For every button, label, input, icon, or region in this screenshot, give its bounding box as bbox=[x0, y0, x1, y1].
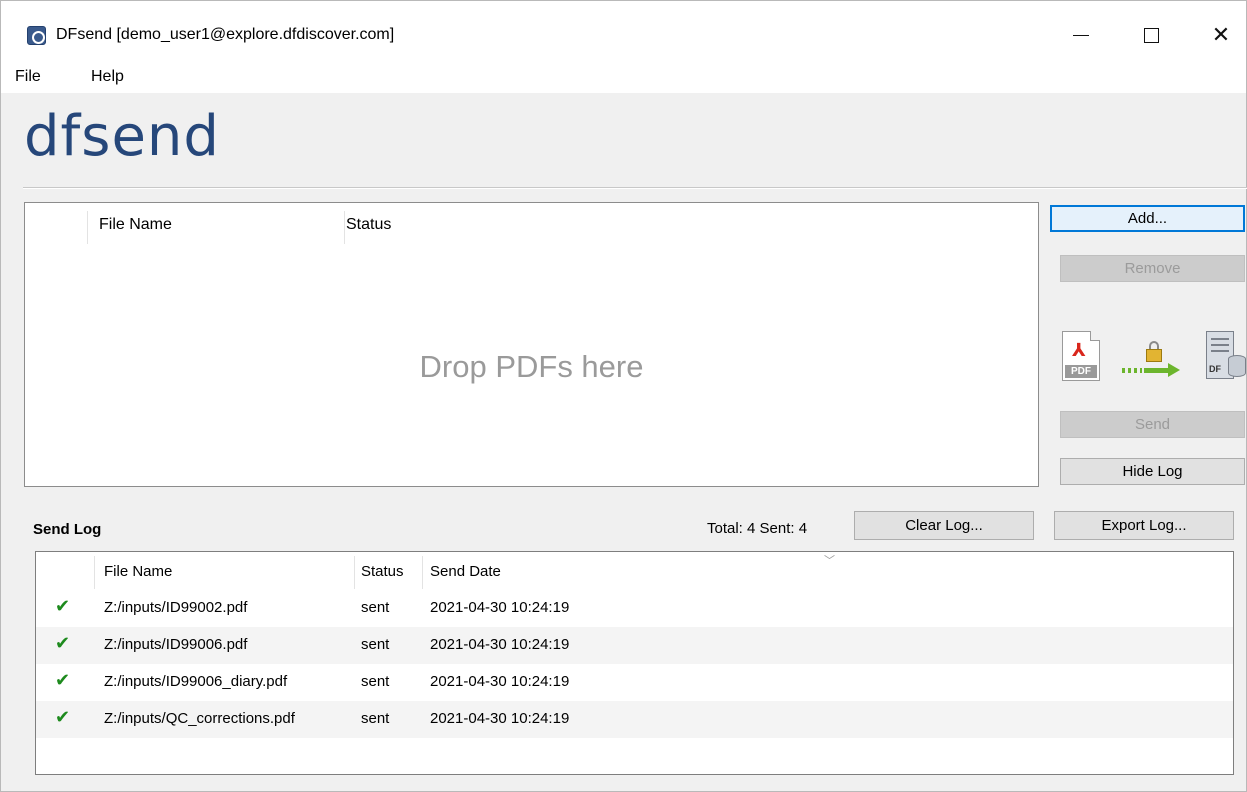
file-table-header: File Name Status bbox=[25, 203, 1038, 247]
arrow-shaft bbox=[1144, 368, 1170, 373]
lock-body bbox=[1146, 349, 1162, 362]
server-line bbox=[1211, 350, 1229, 352]
log-table-header: File Name Status Send Date bbox=[36, 552, 1233, 590]
check-icon: ✔ bbox=[55, 707, 71, 727]
lock-arrow-icon bbox=[1122, 339, 1182, 377]
column-header-status[interactable]: Status bbox=[346, 216, 391, 234]
export-log-button[interactable]: Export Log... bbox=[1054, 511, 1234, 540]
check-icon: ✔ bbox=[55, 596, 71, 616]
column-separator[interactable] bbox=[422, 556, 423, 589]
table-row[interactable]: ✔ Z:/inputs/ID99006_diary.pdf sent 2021-… bbox=[36, 664, 1233, 701]
remove-button[interactable]: Remove bbox=[1060, 255, 1245, 282]
page-fold bbox=[1090, 331, 1100, 341]
drop-hint: Drop PDFs here bbox=[419, 349, 644, 384]
menu-bar: File Help bbox=[1, 59, 1246, 93]
column-separator[interactable] bbox=[87, 211, 88, 244]
send-log-title: Send Log bbox=[33, 521, 102, 538]
database-icon: DF bbox=[1206, 331, 1246, 381]
column-header-file-name[interactable]: File Name bbox=[99, 216, 172, 234]
file-drop-table[interactable]: File Name Status Drop PDFs here bbox=[24, 202, 1039, 487]
log-file-name: Z:/inputs/ID99006.pdf bbox=[104, 636, 248, 653]
add-button[interactable]: Add... bbox=[1050, 205, 1245, 232]
clear-log-button[interactable]: Clear Log... bbox=[854, 511, 1034, 540]
check-icon: ✔ bbox=[55, 670, 71, 690]
menu-file[interactable]: File bbox=[15, 68, 41, 86]
log-status: sent bbox=[361, 636, 390, 653]
arrow-head bbox=[1168, 363, 1180, 377]
close-icon: ✕ bbox=[1211, 22, 1231, 47]
log-file-name: Z:/inputs/QC_corrections.pdf bbox=[104, 710, 295, 727]
maximize-icon bbox=[1143, 27, 1159, 43]
column-header-send-date[interactable]: Send Date bbox=[430, 563, 501, 580]
send-log-totals: Total: 4 Sent: 4 bbox=[707, 520, 808, 537]
column-separator[interactable] bbox=[344, 211, 345, 244]
minimize-icon bbox=[1073, 34, 1089, 36]
log-status: sent bbox=[361, 599, 390, 616]
column-separator[interactable] bbox=[94, 556, 95, 589]
pdf-icon: ⅄ PDF bbox=[1062, 331, 1100, 381]
log-file-name: Z:/inputs/ID99002.pdf bbox=[104, 599, 248, 616]
send-flow-graphic: ⅄ PDF DF bbox=[1060, 331, 1247, 383]
table-row[interactable]: ✔ Z:/inputs/QC_corrections.pdf sent 2021… bbox=[36, 701, 1233, 738]
minimize-button[interactable] bbox=[1059, 15, 1103, 55]
table-row[interactable]: ✔ Z:/inputs/ID99006.pdf sent 2021-04-30 … bbox=[36, 627, 1233, 664]
log-send-date: 2021-04-30 10:24:19 bbox=[430, 710, 570, 727]
close-button[interactable]: ✕ bbox=[1199, 15, 1243, 55]
send-button[interactable]: Send bbox=[1060, 411, 1245, 438]
brand-logo: dfsend bbox=[24, 104, 220, 169]
window-title: DFsend [demo_user1@explore.dfdiscover.co… bbox=[56, 26, 395, 43]
log-file-name: Z:/inputs/ID99006_diary.pdf bbox=[104, 673, 288, 690]
app-window: DFsend [demo_user1@explore.dfdiscover.co… bbox=[0, 0, 1247, 792]
log-send-date: 2021-04-30 10:24:19 bbox=[430, 673, 570, 690]
column-header-status[interactable]: Status bbox=[361, 563, 404, 580]
column-header-file-name[interactable]: File Name bbox=[104, 563, 172, 580]
column-separator[interactable] bbox=[354, 556, 355, 589]
log-status: sent bbox=[361, 710, 390, 727]
check-icon: ✔ bbox=[55, 633, 71, 653]
hide-log-button[interactable]: Hide Log bbox=[1060, 458, 1245, 485]
table-row[interactable]: ✔ Z:/inputs/ID99002.pdf sent 2021-04-30 … bbox=[36, 590, 1233, 627]
menu-help[interactable]: Help bbox=[91, 68, 124, 86]
maximize-button[interactable] bbox=[1129, 15, 1173, 55]
header-divider-highlight bbox=[23, 188, 1247, 189]
database-label: DF bbox=[1209, 364, 1221, 374]
database-cylinder bbox=[1228, 355, 1246, 377]
log-status: sent bbox=[361, 673, 390, 690]
acrobat-mark: ⅄ bbox=[1072, 340, 1086, 360]
pdf-label: PDF bbox=[1065, 365, 1097, 378]
send-log-table[interactable]: ﹀ File Name Status Send Date ✔ Z:/inputs… bbox=[35, 551, 1234, 775]
log-send-date: 2021-04-30 10:24:19 bbox=[430, 599, 570, 616]
log-send-date: 2021-04-30 10:24:19 bbox=[430, 636, 570, 653]
title-bar: DFsend [demo_user1@explore.dfdiscover.co… bbox=[1, 1, 1246, 59]
arrow-dots bbox=[1122, 368, 1142, 373]
server-line bbox=[1211, 344, 1229, 346]
app-icon bbox=[27, 26, 46, 45]
server-line bbox=[1211, 338, 1229, 340]
